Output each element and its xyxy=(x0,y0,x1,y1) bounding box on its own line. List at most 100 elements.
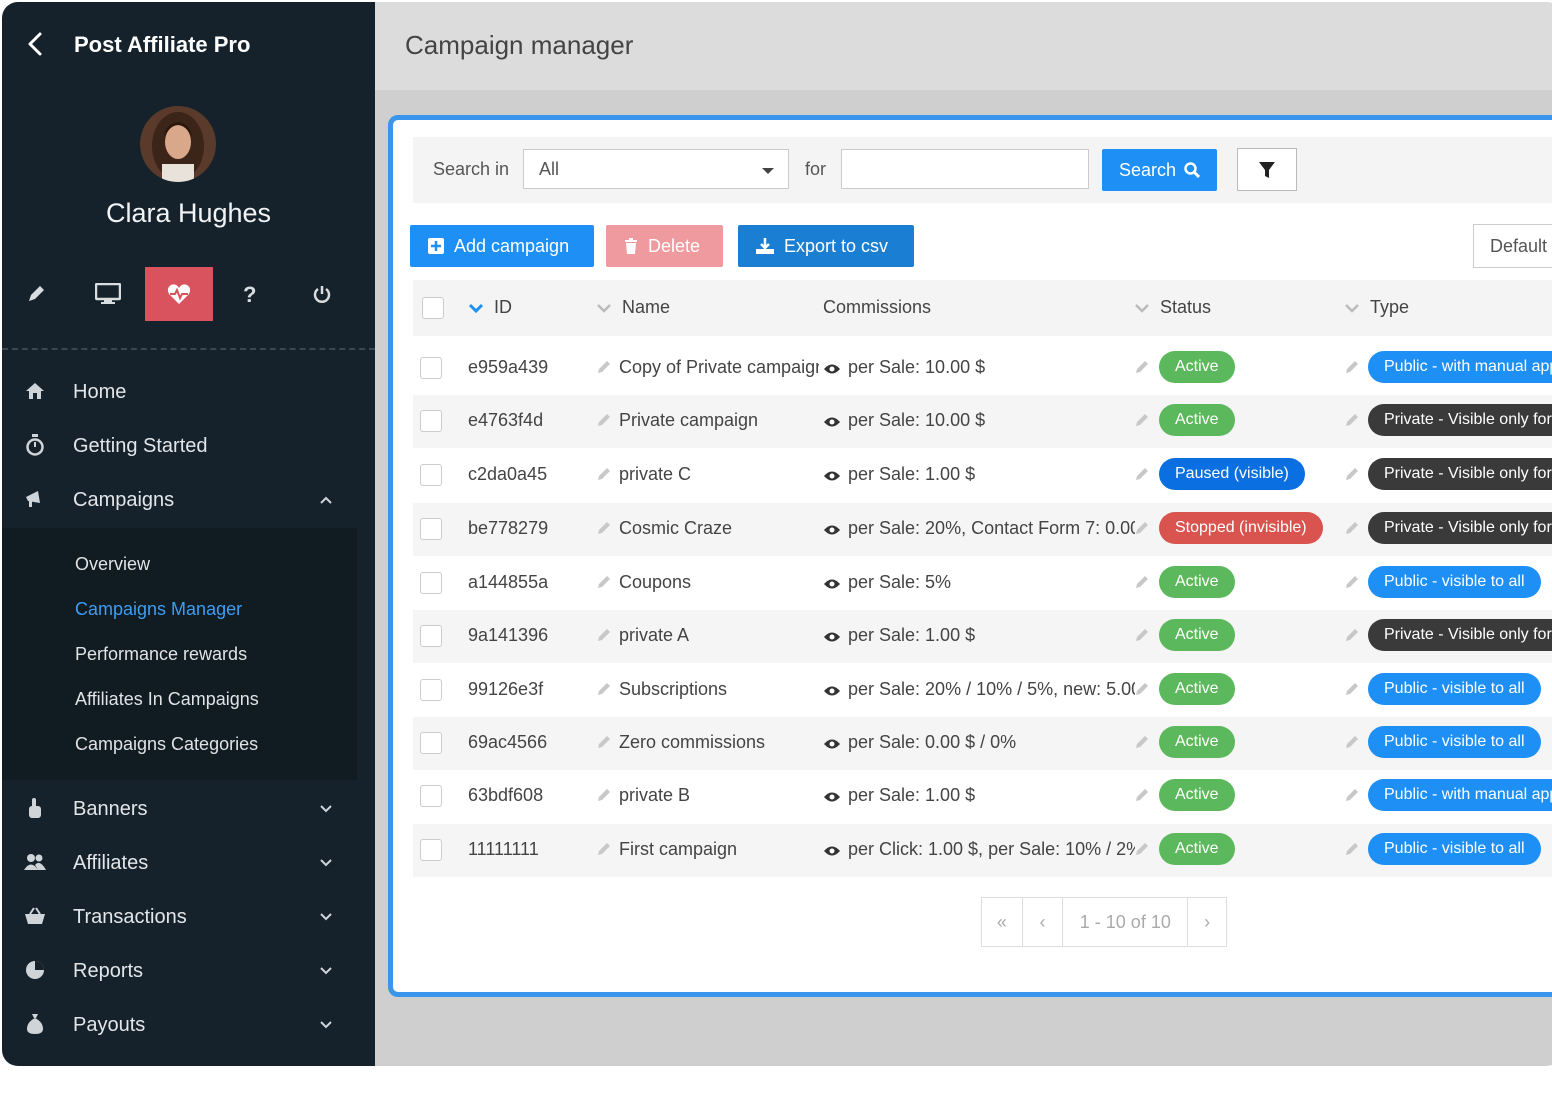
eye-icon[interactable] xyxy=(823,469,841,487)
row-checkbox[interactable] xyxy=(420,518,442,540)
edit-status-pencil-icon[interactable] xyxy=(1135,735,1149,749)
subnav-performance-rewards[interactable]: Performance rewards xyxy=(75,644,247,665)
row-checkbox[interactable] xyxy=(420,785,442,807)
edit-type-pencil-icon[interactable] xyxy=(1345,467,1359,481)
row-checkbox[interactable] xyxy=(420,679,442,701)
edit-name-pencil-icon[interactable] xyxy=(597,682,611,696)
table-row[interactable]: a144855a Coupons per Sale: 5% Active Public … xyxy=(413,557,1552,610)
subnav-affiliates-in-campaigns[interactable]: Affiliates In Campaigns xyxy=(75,689,259,710)
chevron-left-icon[interactable] xyxy=(22,30,50,58)
edit-status-pencil-icon[interactable] xyxy=(1135,521,1149,535)
edit-status-pencil-icon[interactable] xyxy=(1135,788,1149,802)
edit-status-pencil-icon[interactable] xyxy=(1135,575,1149,589)
edit-type-pencil-icon[interactable] xyxy=(1345,360,1359,374)
column-header-id[interactable]: ID xyxy=(468,297,512,318)
edit-name-pencil-icon[interactable] xyxy=(597,788,611,802)
edit-status-pencil-icon[interactable] xyxy=(1135,413,1149,427)
type-badge[interactable]: Public - visible to all xyxy=(1368,726,1541,758)
campaign-name[interactable]: Private campaign xyxy=(619,410,819,431)
nav-item-home[interactable]: Home xyxy=(2,367,375,417)
edit-tool-button[interactable] xyxy=(2,267,70,321)
eye-icon[interactable] xyxy=(823,684,841,702)
campaign-name[interactable]: private A xyxy=(619,625,819,646)
campaign-name[interactable]: private B xyxy=(619,785,819,806)
nav-item-transactions[interactable]: Transactions xyxy=(2,892,375,942)
status-badge[interactable]: Paused (visible) xyxy=(1159,458,1305,490)
edit-name-pencil-icon[interactable] xyxy=(597,413,611,427)
status-badge[interactable]: Active xyxy=(1159,726,1235,758)
campaign-name[interactable]: Zero commissions xyxy=(619,732,819,753)
search-button[interactable]: Search xyxy=(1102,149,1217,191)
row-checkbox[interactable] xyxy=(420,839,442,861)
row-checkbox[interactable] xyxy=(420,464,442,486)
status-badge[interactable]: Active xyxy=(1159,833,1235,865)
subnav-campaigns-manager[interactable]: Campaigns Manager xyxy=(75,599,242,620)
nav-item-affiliates[interactable]: Affiliates xyxy=(2,838,375,888)
eye-icon[interactable] xyxy=(823,737,841,755)
row-checkbox[interactable] xyxy=(420,410,442,432)
nav-item-reports[interactable]: Reports xyxy=(2,946,375,996)
type-badge[interactable]: Public - visible to all xyxy=(1368,673,1541,705)
health-tool-button[interactable] xyxy=(145,267,213,321)
eye-icon[interactable] xyxy=(823,362,841,380)
edit-status-pencil-icon[interactable] xyxy=(1135,842,1149,856)
table-row[interactable]: 99126e3f Subscriptions per Sale: 20% / 10%… xyxy=(413,664,1552,717)
edit-type-pencil-icon[interactable] xyxy=(1345,628,1359,642)
filter-button[interactable] xyxy=(1237,148,1297,191)
edit-type-pencil-icon[interactable] xyxy=(1345,842,1359,856)
first-page-button[interactable]: « xyxy=(982,898,1023,946)
logout-tool-button[interactable] xyxy=(288,267,356,321)
status-badge[interactable]: Active xyxy=(1159,566,1235,598)
eye-icon[interactable] xyxy=(823,415,841,433)
campaign-name[interactable]: Subscriptions xyxy=(619,679,819,700)
row-checkbox[interactable] xyxy=(420,572,442,594)
edit-type-pencil-icon[interactable] xyxy=(1345,682,1359,696)
edit-name-pencil-icon[interactable] xyxy=(597,628,611,642)
status-badge[interactable]: Active xyxy=(1159,404,1235,436)
next-page-button[interactable]: › xyxy=(1188,898,1226,946)
table-row[interactable]: 63bdf608 private B per Sale: 1.00 $ Active P… xyxy=(413,770,1552,823)
edit-name-pencil-icon[interactable] xyxy=(597,467,611,481)
edit-type-pencil-icon[interactable] xyxy=(1345,735,1359,749)
nav-item-campaigns[interactable]: Campaigns xyxy=(2,475,375,525)
select-all-checkbox[interactable] xyxy=(422,297,444,319)
type-badge[interactable]: Public - visible to all xyxy=(1368,566,1541,598)
eye-icon[interactable] xyxy=(823,790,841,808)
campaign-name[interactable]: private C xyxy=(619,464,819,485)
table-row[interactable]: 11111111 First campaign per Click: 1.00 $,… xyxy=(413,824,1552,877)
add-campaign-button[interactable]: Add campaign xyxy=(410,225,594,267)
subnav-campaigns-categories[interactable]: Campaigns Categories xyxy=(75,734,258,755)
status-badge[interactable]: Stopped (invisible) xyxy=(1159,512,1323,544)
table-row[interactable]: e959a439 Copy of Private campaign per Sale… xyxy=(413,342,1552,395)
table-row[interactable]: 69ac4566 Zero commissions per Sale: 0.00 $… xyxy=(413,717,1552,770)
eye-icon[interactable] xyxy=(823,577,841,595)
prev-page-button[interactable]: ‹ xyxy=(1023,898,1064,946)
export-csv-button[interactable]: Export to csv xyxy=(738,225,914,267)
type-badge[interactable]: Private - Visible only for invited xyxy=(1368,512,1552,544)
row-checkbox[interactable] xyxy=(420,732,442,754)
search-input[interactable] xyxy=(841,149,1089,189)
status-badge[interactable]: Active xyxy=(1159,779,1235,811)
search-scope-select[interactable]: All xyxy=(523,149,789,189)
nav-item-banners[interactable]: Banners xyxy=(2,784,375,834)
column-header-commissions[interactable]: Commissions xyxy=(823,297,931,318)
status-badge[interactable]: Active xyxy=(1159,351,1235,383)
edit-status-pencil-icon[interactable] xyxy=(1135,628,1149,642)
delete-button[interactable]: Delete xyxy=(606,225,723,267)
type-badge[interactable]: Public - visible to all xyxy=(1368,833,1541,865)
column-header-status[interactable]: Status xyxy=(1134,297,1211,318)
type-badge[interactable]: Private - Visible only for invited xyxy=(1368,404,1552,436)
edit-type-pencil-icon[interactable] xyxy=(1345,788,1359,802)
monitor-tool-button[interactable] xyxy=(74,267,142,321)
edit-status-pencil-icon[interactable] xyxy=(1135,682,1149,696)
campaign-name[interactable]: Cosmic Craze xyxy=(619,518,819,539)
campaign-name[interactable]: Copy of Private campaign xyxy=(619,357,819,378)
edit-name-pencil-icon[interactable] xyxy=(597,521,611,535)
avatar[interactable] xyxy=(140,106,216,182)
edit-name-pencil-icon[interactable] xyxy=(597,575,611,589)
column-header-name[interactable]: Name xyxy=(596,297,670,318)
edit-name-pencil-icon[interactable] xyxy=(597,735,611,749)
help-tool-button[interactable]: ? xyxy=(216,267,284,321)
row-checkbox[interactable] xyxy=(420,357,442,379)
table-row[interactable]: e4763f4d Private campaign per Sale: 10.00 … xyxy=(413,395,1552,448)
